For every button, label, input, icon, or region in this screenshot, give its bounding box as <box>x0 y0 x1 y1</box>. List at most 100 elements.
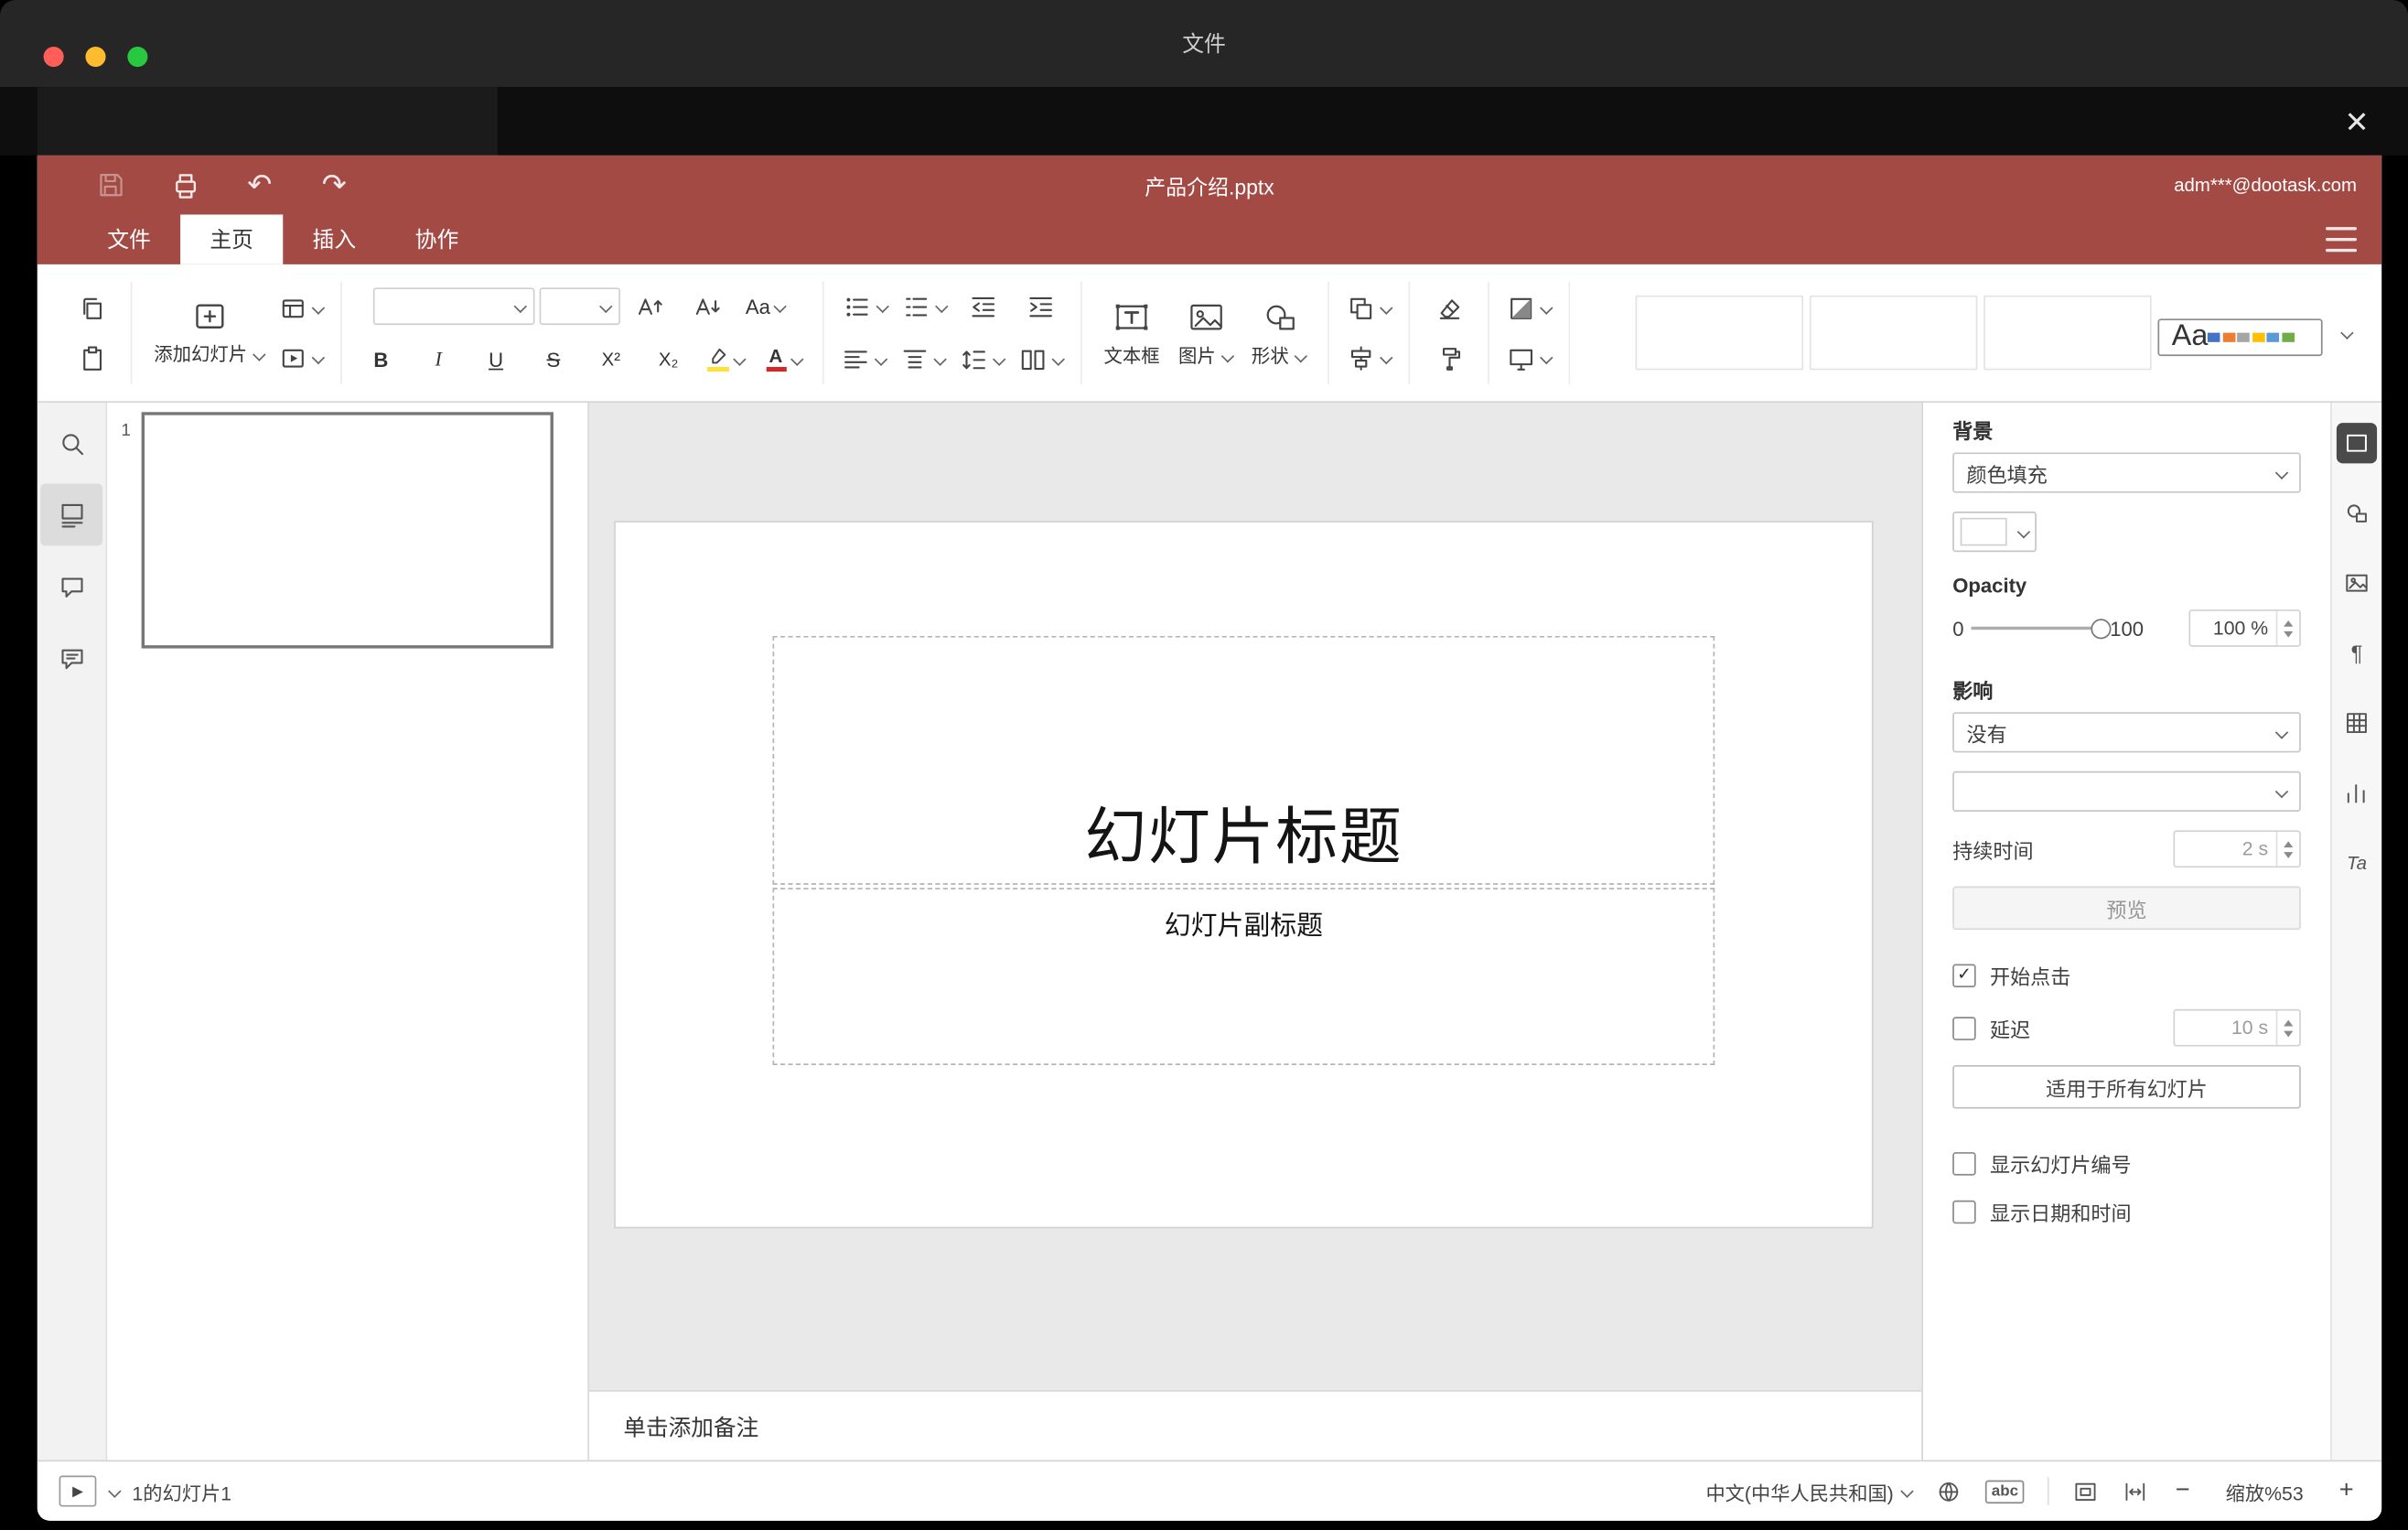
bullets-button[interactable] <box>838 286 892 327</box>
title-placeholder[interactable]: 幻灯片标题 <box>772 635 1715 885</box>
insert-shape-button[interactable]: 形状 <box>1242 285 1316 381</box>
duration-input[interactable]: 2 s <box>2173 830 2301 868</box>
underline-button[interactable]: U <box>469 339 522 379</box>
checkbox-checked[interactable]: ✓ <box>1952 964 1976 987</box>
fit-to-slide-button[interactable] <box>2073 1478 2100 1504</box>
undo-icon[interactable]: ↶ <box>242 168 276 202</box>
strikethrough-button[interactable]: S <box>527 339 580 379</box>
paste-button[interactable] <box>65 338 118 378</box>
tab-collaboration[interactable]: 协作 <box>385 214 488 264</box>
chat-button[interactable] <box>40 627 102 689</box>
slide-canvas-area[interactable]: 幻灯片标题 幻灯片副标题 <box>588 403 1922 1391</box>
font-name-select[interactable] <box>371 287 534 326</box>
change-case-button[interactable]: Aa <box>739 286 792 327</box>
checkbox-unchecked[interactable] <box>1952 1016 1976 1040</box>
delay-checkbox[interactable]: 延迟 <box>1952 1013 2030 1042</box>
slides-panel-button[interactable] <box>40 483 103 546</box>
checkbox-unchecked[interactable] <box>1952 1152 1976 1176</box>
slide-canvas[interactable]: 幻灯片标题 幻灯片副标题 <box>615 522 1872 1227</box>
start-slideshow-button[interactable] <box>274 338 328 378</box>
decrease-indent-button[interactable] <box>956 286 1009 327</box>
show-slide-number-checkbox[interactable]: 显示幻灯片编号 <box>1952 1149 2301 1179</box>
comments-button[interactable] <box>40 555 102 618</box>
slide-settings-tab[interactable] <box>2336 423 2378 464</box>
tab-home[interactable]: 主页 <box>180 214 284 264</box>
chart-settings-tab[interactable] <box>2337 773 2377 813</box>
zoom-out-button[interactable]: − <box>2172 1477 2193 1505</box>
opacity-input[interactable]: 100 % <box>2188 609 2301 647</box>
spinner-arrows[interactable] <box>2275 1010 2299 1045</box>
italic-button[interactable]: I <box>412 339 465 379</box>
copy-style-button[interactable] <box>1423 338 1476 378</box>
insert-image-button[interactable]: 图片 <box>1169 285 1242 381</box>
arrange-group <box>1329 281 1411 384</box>
theme-option-selected[interactable]: Aa <box>2157 318 2323 356</box>
theme-option-3[interactable] <box>1983 295 2152 371</box>
arrange-shape-button[interactable] <box>1342 287 1396 328</box>
bold-button[interactable]: B <box>354 339 407 379</box>
set-language-button[interactable] <box>1936 1478 1962 1504</box>
save-icon[interactable] <box>93 168 127 202</box>
language-selector[interactable]: 中文(中华人民共和国) <box>1705 1476 1912 1505</box>
opacity-slider[interactable] <box>1971 618 2112 639</box>
print-icon[interactable] <box>168 168 202 202</box>
tab-file[interactable]: 文件 <box>78 214 180 264</box>
slider-knob[interactable] <box>2091 618 2112 639</box>
preview-button[interactable]: 预览 <box>1952 886 2301 931</box>
color-scheme-button[interactable] <box>1502 287 1556 328</box>
columns-button[interactable] <box>1014 339 1068 379</box>
spell-check-button[interactable]: abc <box>1985 1479 2025 1503</box>
spinner-arrows[interactable] <box>2275 610 2299 646</box>
slide-size-button[interactable] <box>1502 338 1556 378</box>
font-size-select[interactable] <box>538 287 620 326</box>
line-spacing-button[interactable] <box>954 339 1008 379</box>
close-icon[interactable]: ✕ <box>2333 100 2380 146</box>
increase-font-button[interactable] <box>624 286 677 327</box>
copy-button[interactable] <box>65 287 118 328</box>
theme-option-1[interactable] <box>1635 295 1804 371</box>
effect-select[interactable]: 没有 <box>1952 712 2301 753</box>
add-slide-button[interactable]: 添加幻灯片 <box>145 285 274 381</box>
subscript-button[interactable]: X₂ <box>642 339 695 379</box>
notes-area[interactable]: 单击添加备注 <box>588 1390 1922 1460</box>
zoom-in-button[interactable]: + <box>2336 1477 2357 1505</box>
show-date-time-checkbox[interactable]: 显示日期和时间 <box>1952 1197 2301 1226</box>
theme-gallery-expand-button[interactable] <box>2328 297 2362 369</box>
background-fill-select[interactable]: 颜色填充 <box>1952 452 2301 493</box>
theme-option-2[interactable] <box>1809 295 1978 371</box>
shape-settings-tab[interactable] <box>2337 493 2377 533</box>
increase-indent-button[interactable] <box>1014 286 1067 327</box>
slide-layout-button[interactable] <box>274 287 328 328</box>
image-settings-tab[interactable] <box>2337 563 2377 603</box>
align-shape-button[interactable] <box>1342 338 1396 378</box>
delay-input[interactable]: 10 s <box>2173 1008 2301 1047</box>
highlight-color-button[interactable] <box>700 339 753 379</box>
vertical-align-button[interactable] <box>896 339 950 379</box>
numbering-button[interactable] <box>897 286 951 327</box>
font-color-button[interactable]: A <box>758 339 811 379</box>
menu-icon[interactable] <box>2326 227 2357 253</box>
redo-icon[interactable]: ↷ <box>317 168 351 202</box>
superscript-button[interactable]: X² <box>585 339 638 379</box>
clear-style-button[interactable] <box>1423 287 1476 328</box>
horizontal-align-button[interactable] <box>836 339 890 379</box>
chevron-down-icon <box>876 354 887 363</box>
paragraph-settings-tab[interactable]: ¶ <box>2337 633 2377 673</box>
search-button[interactable] <box>40 412 102 474</box>
slide-thumbnail-1[interactable] <box>141 412 554 649</box>
tab-insert[interactable]: 插入 <box>283 214 385 264</box>
subtitle-placeholder[interactable]: 幻灯片副标题 <box>772 888 1715 1065</box>
spinner-arrows[interactable] <box>2275 832 2299 867</box>
text-box-button[interactable]: 文本框 <box>1094 285 1169 381</box>
apply-to-all-slides-button[interactable]: 适用于所有幻灯片 <box>1952 1064 2301 1109</box>
start-preview-button[interactable]: ▶ <box>59 1475 97 1507</box>
fit-to-width-button[interactable] <box>2123 1478 2149 1504</box>
effect-type-select[interactable] <box>1952 770 2301 812</box>
checkbox-unchecked[interactable] <box>1952 1200 1976 1224</box>
text-art-settings-tab[interactable]: Ta <box>2337 843 2377 883</box>
chevron-down-icon[interactable] <box>109 1486 120 1495</box>
decrease-font-button[interactable] <box>682 286 735 327</box>
background-color-picker[interactable] <box>1952 512 2037 553</box>
table-settings-tab[interactable] <box>2337 703 2377 743</box>
start-on-click-checkbox[interactable]: ✓ 开始点击 <box>1952 961 2301 990</box>
